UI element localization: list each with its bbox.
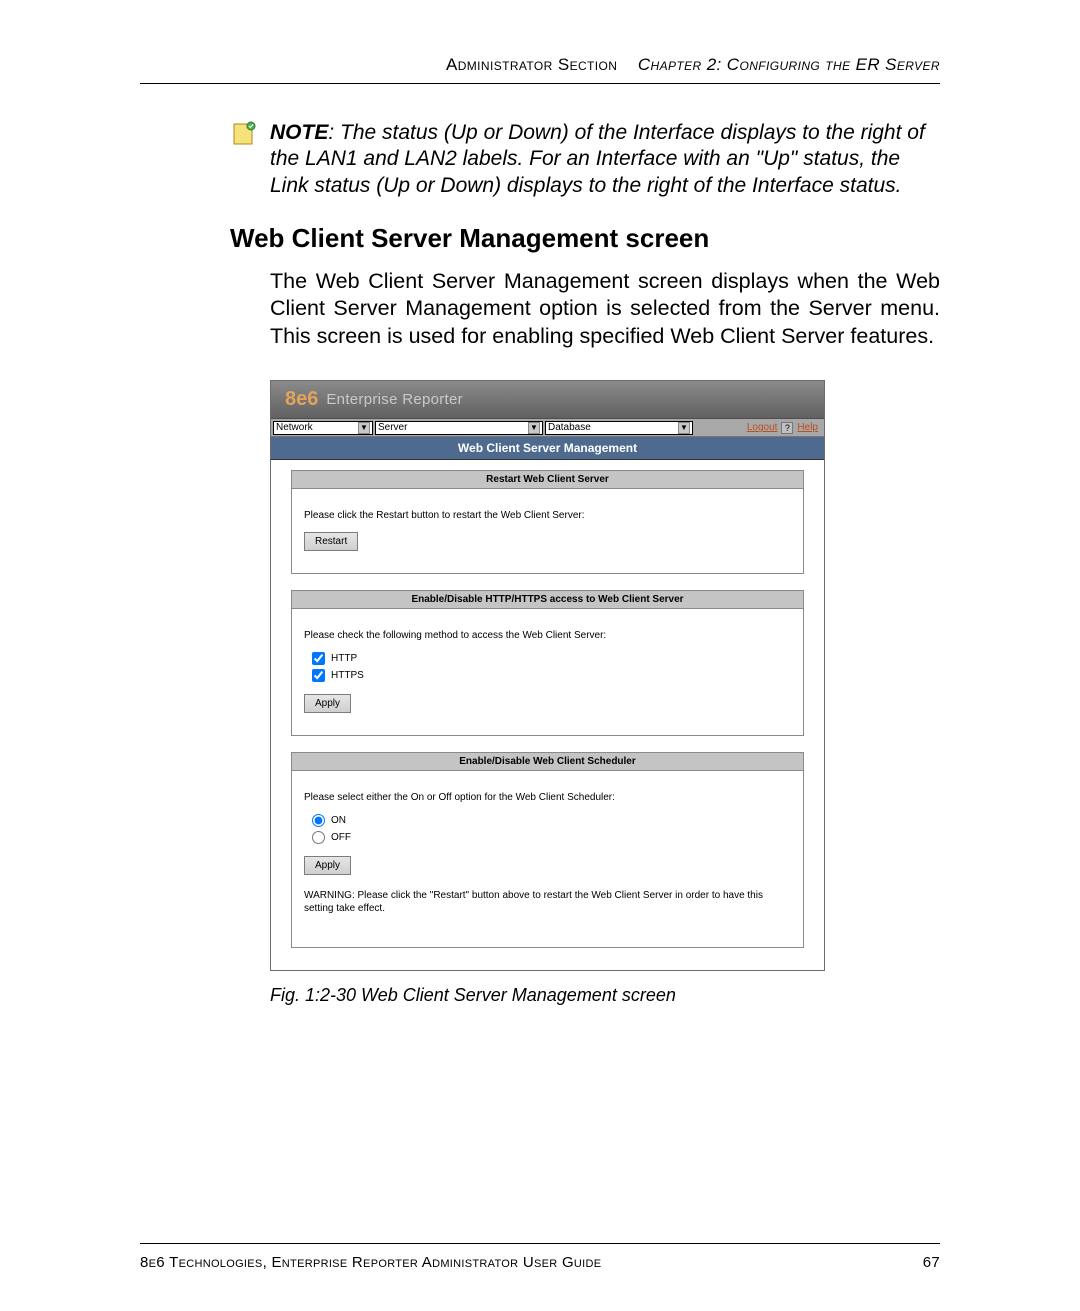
note-label: NOTE [270,121,328,144]
scheduler-off-radio[interactable] [312,831,325,844]
database-menu-label: Database [548,422,591,433]
network-menu[interactable]: Network ▼ [273,421,373,435]
content-area: Restart Web Client Server Please click t… [271,460,824,970]
page-header: Administrator Section Chapter 2: Configu… [140,55,940,84]
apply-scheduler-button[interactable]: Apply [304,856,351,875]
https-label: HTTPS [331,669,364,682]
restart-panel-text: Please click the Restart button to resta… [304,509,791,522]
scheduler-panel: Enable/Disable Web Client Scheduler Plea… [291,752,804,948]
server-menu-label: Server [378,422,407,433]
app-product-name: Enterprise Reporter [326,391,463,408]
help-link[interactable]: Help [797,422,818,433]
header-chapter: Chapter 2: Configuring the ER Server [638,55,940,74]
restart-panel: Restart Web Client Server Please click t… [291,470,804,574]
http-https-panel-text: Please check the following method to acc… [304,629,791,642]
note-text: NOTE: The status (Up or Down) of the Int… [270,120,940,199]
chevron-down-icon: ▼ [358,422,370,434]
https-checkbox[interactable] [312,669,325,682]
body-paragraph: The Web Client Server Management screen … [270,268,940,351]
note-body: : The status (Up or Down) of the Interfa… [270,121,925,197]
http-checkbox[interactable] [312,652,325,665]
restart-panel-title: Restart Web Client Server [292,471,803,489]
scheduler-on-radio[interactable] [312,814,325,827]
chevron-down-icon: ▼ [528,422,540,434]
scheduler-warning: WARNING: Please click the "Restart" butt… [304,889,791,915]
app-logo: 8e6 [285,388,318,411]
http-https-panel-title: Enable/Disable HTTP/HTTPS access to Web … [292,591,803,609]
note-block: NOTE: The status (Up or Down) of the Int… [230,120,940,199]
scheduler-panel-text: Please select either the On or Off optio… [304,791,791,804]
figure-caption: Fig. 1:2-30 Web Client Server Management… [270,985,940,1006]
app-titlebar: 8e6 Enterprise Reporter [271,381,824,419]
help-icon[interactable]: ? [781,422,793,434]
http-https-panel: Enable/Disable HTTP/HTTPS access to Web … [291,590,804,736]
database-menu[interactable]: Database ▼ [545,421,693,435]
screenshot-figure: 8e6 Enterprise Reporter Network ▼ Server… [270,380,940,971]
chevron-down-icon: ▼ [678,422,690,434]
scheduler-off-label: OFF [331,831,351,844]
app-window: 8e6 Enterprise Reporter Network ▼ Server… [270,380,825,971]
menu-bar: Network ▼ Server ▼ Database ▼ Logout ? H… [271,419,824,437]
scheduler-panel-title: Enable/Disable Web Client Scheduler [292,753,803,771]
http-label: HTTP [331,652,357,665]
note-icon [230,120,258,199]
screen-title: Web Client Server Management [271,437,824,460]
scheduler-on-label: ON [331,814,346,827]
section-heading: Web Client Server Management screen [230,223,940,254]
apply-http-button[interactable]: Apply [304,694,351,713]
network-menu-label: Network [276,422,313,433]
page-number: 67 [923,1254,940,1271]
server-menu[interactable]: Server ▼ [375,421,543,435]
restart-button[interactable]: Restart [304,532,358,551]
footer-left: 8e6 Technologies, Enterprise Reporter Ad… [140,1254,601,1271]
header-section: Administrator Section [446,55,617,74]
logout-link[interactable]: Logout [747,422,778,433]
page-footer: 8e6 Technologies, Enterprise Reporter Ad… [140,1243,940,1271]
